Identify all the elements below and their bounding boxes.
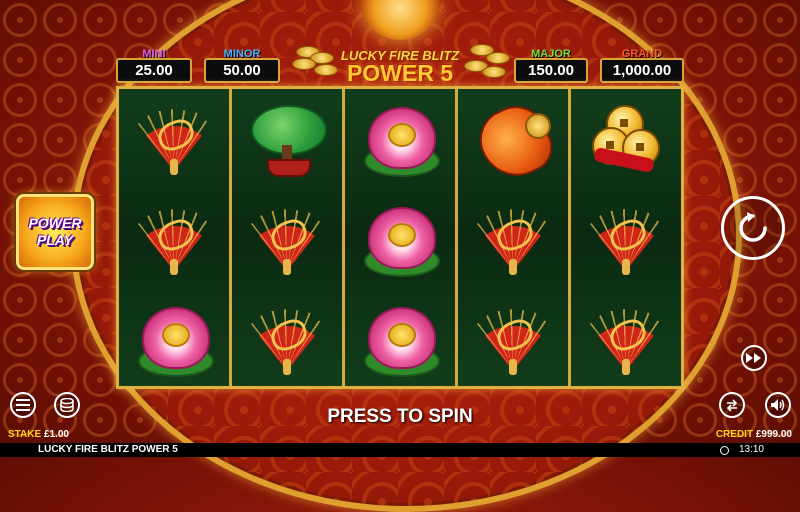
symbol-fan xyxy=(134,201,214,281)
autoplay-button[interactable] xyxy=(719,392,745,418)
reel-3 xyxy=(345,89,458,386)
jackpot-minor-value: 50.00 xyxy=(204,58,280,83)
symbol-lotus xyxy=(360,301,440,381)
stake-label: STAKE xyxy=(8,429,42,440)
status-bar: LUCKY FIRE BLITZ POWER 5 13:10 xyxy=(0,443,800,457)
symbol-lotus xyxy=(360,201,440,281)
power-play-label-line1: POWER xyxy=(28,215,82,231)
coin-stack-icon xyxy=(60,398,74,412)
credit-value: £999.00 xyxy=(755,429,792,440)
jackpot-mini: MINI 25.00 xyxy=(116,48,192,83)
symbol-fan xyxy=(586,201,666,281)
game-title: LUCKY FIRE BLITZ POWER 5 xyxy=(38,444,178,455)
credit-display: CREDIT £999.00 xyxy=(716,429,792,440)
symbol-gold-coins xyxy=(586,101,666,181)
spin-arrow-icon xyxy=(739,212,767,242)
jackpot-grand-value: 1,000.00 xyxy=(600,58,684,83)
jackpot-minor: MINOR 50.00 xyxy=(204,48,280,83)
press-to-spin-prompt: PRESS TO SPIN xyxy=(327,406,473,427)
jackpot-major: MAJOR 150.00 xyxy=(514,48,588,83)
menu-button[interactable] xyxy=(10,392,36,418)
symbol-fan xyxy=(586,301,666,381)
stake-display: STAKE £1.00 xyxy=(8,429,69,440)
spin-button[interactable] xyxy=(721,196,785,260)
symbol-fan xyxy=(247,301,327,381)
reel-1 xyxy=(119,89,232,386)
reel-5 xyxy=(571,89,681,386)
stake-value: £1.00 xyxy=(43,429,69,440)
symbol-fan xyxy=(247,201,327,281)
symbol-lotus xyxy=(134,301,214,381)
clock-time: 13:10 xyxy=(738,444,764,455)
credit-label: CREDIT xyxy=(715,429,754,440)
sound-button[interactable] xyxy=(765,392,791,418)
symbol-fan xyxy=(473,301,553,381)
turbo-button[interactable] xyxy=(741,345,767,371)
reel-2 xyxy=(232,89,345,386)
power-play-button[interactable]: POWER PLAY xyxy=(16,194,94,270)
symbol-fan xyxy=(134,101,214,181)
jackpot-grand: GRAND 1,000.00 xyxy=(600,48,684,83)
speaker-icon xyxy=(771,399,785,411)
logo-title-line2: POWER 5 xyxy=(346,60,454,86)
menu-icon xyxy=(16,399,30,411)
reel-4 xyxy=(458,89,571,386)
balance-bar: STAKE £1.00 CREDIT £999.00 xyxy=(0,429,800,443)
clock-icon xyxy=(720,446,729,455)
power-play-label-line2: PLAY xyxy=(36,232,74,248)
symbol-money-tree xyxy=(247,101,327,181)
symbol-koi-fish xyxy=(469,95,561,189)
jackpot-major-value: 150.00 xyxy=(514,58,588,83)
fast-forward-icon xyxy=(746,353,761,363)
symbol-lotus xyxy=(360,101,440,181)
reel-grid xyxy=(116,86,684,389)
symbol-fan xyxy=(473,201,553,281)
jackpot-mini-value: 25.00 xyxy=(116,58,192,83)
bet-button[interactable] xyxy=(54,392,80,418)
autoplay-icon xyxy=(726,399,738,412)
